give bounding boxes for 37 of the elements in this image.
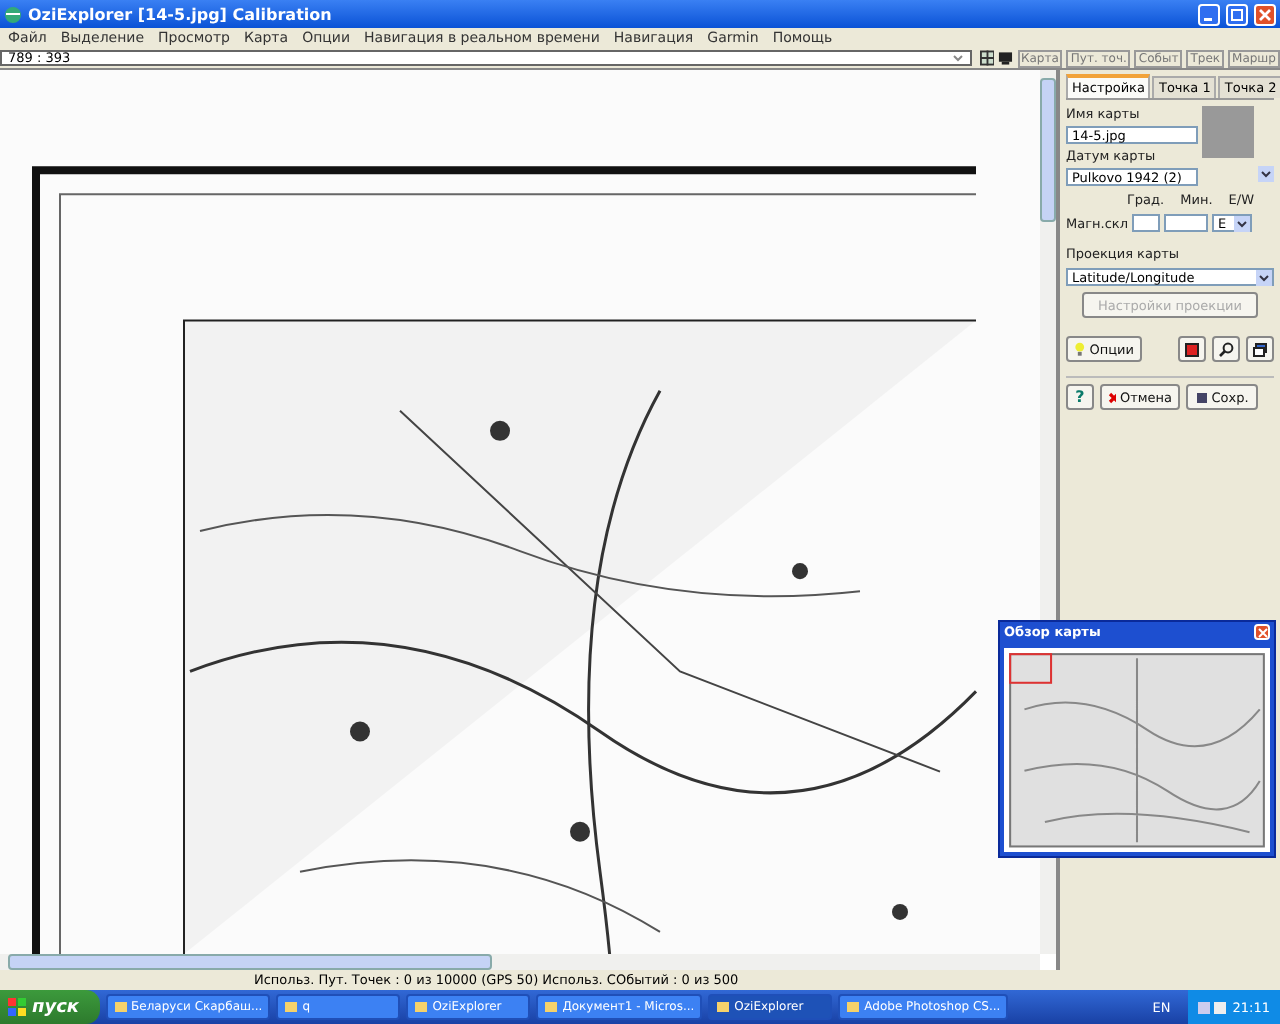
windows-logo [8,998,26,1016]
help-button[interactable]: ? [1066,384,1094,410]
folder-icon [544,1000,559,1014]
minutes-field[interactable] [1163,214,1208,232]
close-button[interactable] [1254,624,1270,641]
magnifier-icon [1218,341,1234,357]
maximize-icon [1230,7,1244,21]
close-icon [1258,7,1272,21]
cross-icon [1108,391,1116,403]
folder-icon [716,1000,731,1014]
viewport-rectangle[interactable] [1009,652,1053,684]
grid-icon[interactable] [979,50,995,66]
close-button[interactable] [1254,3,1276,25]
dropdown-arrow-icon[interactable] [1258,166,1274,182]
maximize-button[interactable] [1226,3,1248,25]
tray-icons[interactable] [1198,999,1227,1015]
minimize-button[interactable] [1198,3,1220,25]
square-tool-button[interactable] [1178,336,1206,362]
degrees-field[interactable] [1131,214,1160,232]
map-thumbnail [1202,106,1254,158]
globe-icon [4,5,22,23]
folder-icon [846,1000,861,1014]
square-icon [1184,341,1200,357]
start-button[interactable]: пуск [0,990,100,1024]
window-title: OziExplorer [14-5.jpg] Calibration [28,5,332,23]
horizontal-scrollbar[interactable] [0,954,1040,970]
magnifier-button[interactable] [1212,336,1240,362]
windows-icon [1252,341,1268,357]
dropdown-arrow-icon[interactable] [1256,269,1272,285]
folder-icon [113,1000,128,1014]
dropdown-arrow-icon[interactable] [1233,215,1250,231]
windows-button[interactable] [1246,336,1274,362]
folder-icon [414,1000,429,1014]
close-icon [1257,627,1267,638]
folder-icon [284,1000,299,1014]
light-bulb-icon [1074,342,1086,356]
monitor-icon[interactable] [998,50,1013,66]
